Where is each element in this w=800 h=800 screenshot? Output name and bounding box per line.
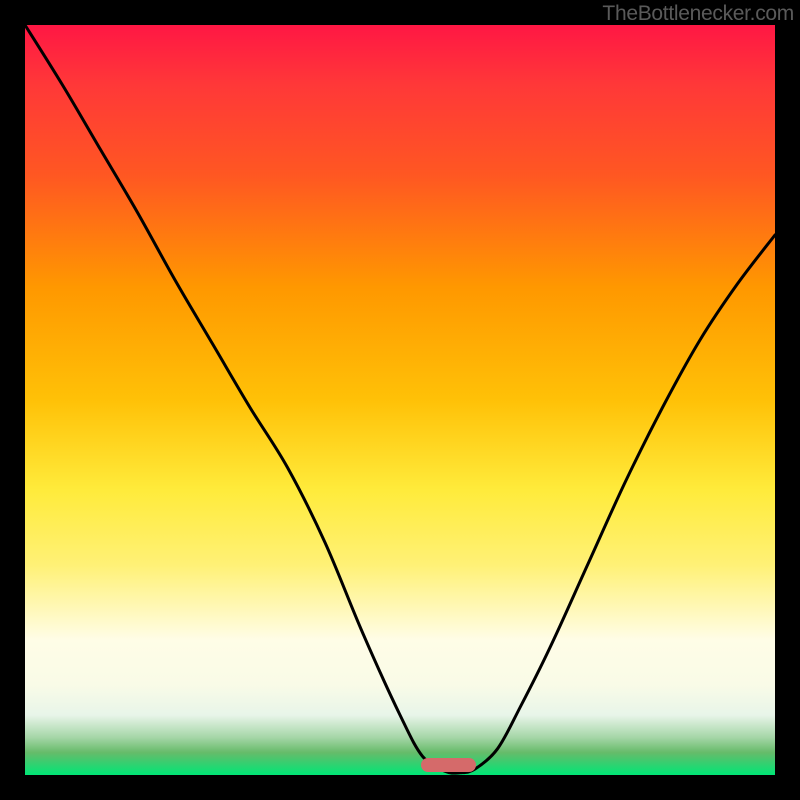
chart-curve-overlay <box>25 25 775 775</box>
chart-curve <box>25 25 775 773</box>
minimum-value-marker <box>421 758 476 772</box>
watermark-text: TheBottlenecker.com <box>602 2 794 26</box>
